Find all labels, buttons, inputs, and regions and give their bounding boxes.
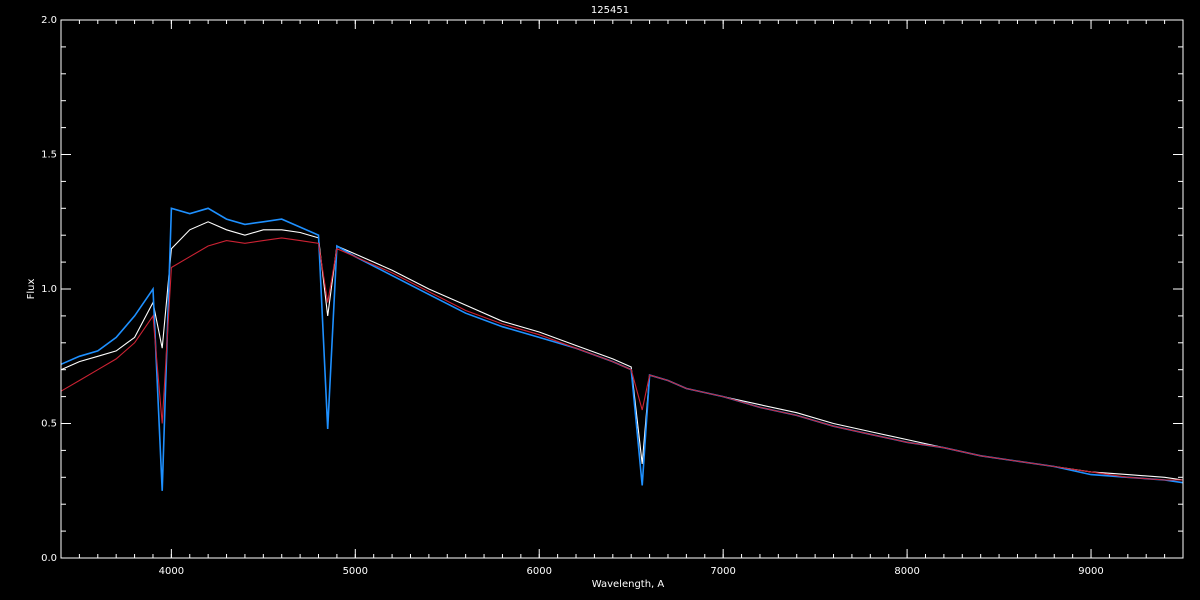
x-axis-label: Wavelength, A: [592, 579, 665, 590]
chart-background: [0, 0, 1200, 600]
y-tick-label: 1.5: [41, 150, 57, 161]
y-tick-label: 0.0: [41, 553, 57, 564]
x-tick-label: 6000: [527, 566, 552, 577]
x-tick-label: 5000: [343, 566, 368, 577]
y-axis-label: Flux: [26, 279, 37, 300]
y-tick-label: 0.5: [41, 419, 57, 430]
spectrum-chart: 125451 Wavelength, A Flux 4000 5000 6000 70…: [0, 0, 1200, 600]
x-tick-label: 4000: [159, 566, 184, 577]
x-tick-label: 8000: [894, 566, 919, 577]
y-tick-label: 1.0: [41, 284, 57, 295]
chart-title: 125451: [591, 5, 629, 16]
x-tick-label: 9000: [1078, 566, 1103, 577]
x-tick-label: 7000: [710, 566, 735, 577]
y-tick-label: 2.0: [41, 15, 57, 26]
